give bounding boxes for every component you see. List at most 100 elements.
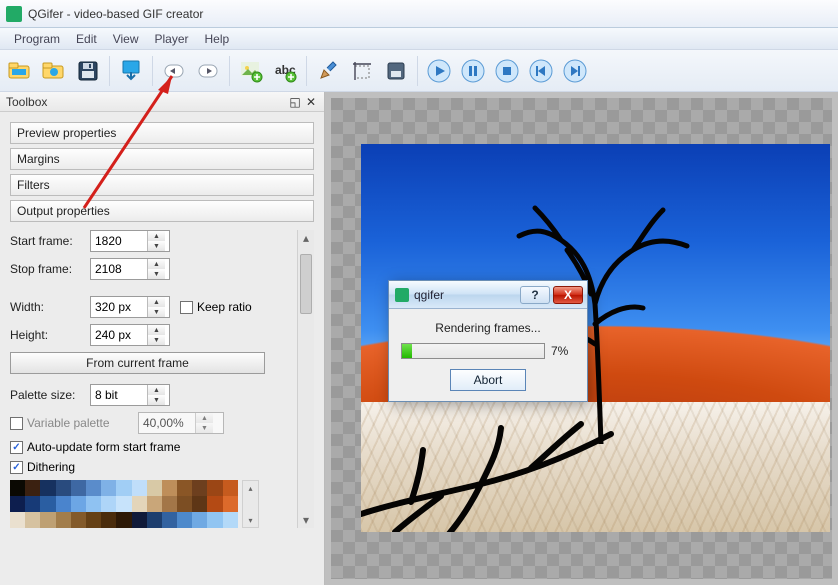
palette-size-label: Palette size: bbox=[10, 388, 90, 402]
save-button[interactable] bbox=[72, 55, 104, 87]
dithering-label: Dithering bbox=[27, 460, 75, 474]
next-frame-button[interactable] bbox=[559, 55, 591, 87]
scroll-down-icon[interactable]: ▾ bbox=[243, 513, 258, 527]
toolbox-header: Toolbox ◱ ✕ bbox=[0, 92, 324, 112]
section-output-properties[interactable]: Output properties bbox=[10, 200, 314, 222]
height-spinner[interactable]: ▲▼ bbox=[90, 324, 170, 346]
prev-frame-button[interactable] bbox=[525, 55, 557, 87]
palette-swatch bbox=[147, 512, 162, 528]
tool-brush-button[interactable] bbox=[312, 55, 344, 87]
output-form: ▴ ▾ Start frame: ▲▼ Stop frame: ▲▼ bbox=[10, 230, 314, 528]
palette-swatch bbox=[147, 496, 162, 512]
scroll-down-icon[interactable]: ▾ bbox=[298, 512, 314, 528]
palette-swatch bbox=[10, 496, 25, 512]
spin-up-icon[interactable]: ▲ bbox=[148, 259, 165, 269]
palette-swatch bbox=[25, 480, 40, 496]
dialog-close-button[interactable]: X bbox=[553, 286, 583, 304]
palette-swatch bbox=[162, 496, 177, 512]
checkbox-icon[interactable] bbox=[10, 417, 23, 430]
tool-save-frame-button[interactable] bbox=[380, 55, 412, 87]
start-frame-label: Start frame: bbox=[10, 234, 90, 248]
variable-palette-pct-input bbox=[139, 413, 195, 433]
menu-player[interactable]: Player bbox=[147, 30, 197, 48]
palette-swatch bbox=[223, 496, 238, 512]
spin-up-icon[interactable]: ▲ bbox=[148, 231, 165, 241]
palette-swatch bbox=[116, 480, 131, 496]
section-preview-properties[interactable]: Preview properties bbox=[10, 122, 314, 144]
spin-down-icon[interactable]: ▼ bbox=[148, 395, 165, 405]
palette-swatch bbox=[162, 480, 177, 496]
add-image-button[interactable] bbox=[235, 55, 267, 87]
palette-swatch bbox=[86, 496, 101, 512]
spin-up-icon[interactable]: ▲ bbox=[148, 297, 165, 307]
prev-marker-button[interactable] bbox=[158, 55, 190, 87]
stop-button[interactable] bbox=[491, 55, 523, 87]
menu-view[interactable]: View bbox=[105, 30, 147, 48]
spin-down-icon[interactable]: ▼ bbox=[148, 335, 165, 345]
spin-up-icon[interactable]: ▲ bbox=[148, 325, 165, 335]
menu-bar: Program Edit View Player Help bbox=[0, 28, 838, 50]
spin-down-icon[interactable]: ▼ bbox=[148, 269, 165, 279]
palette-scrollbar[interactable]: ▴ ▾ bbox=[242, 480, 259, 528]
close-panel-icon[interactable]: ✕ bbox=[304, 95, 318, 109]
start-frame-spinner[interactable]: ▲▼ bbox=[90, 230, 170, 252]
undock-icon[interactable]: ◱ bbox=[288, 95, 302, 109]
panel-scrollbar[interactable]: ▴ ▾ bbox=[297, 230, 314, 528]
stop-frame-input[interactable] bbox=[91, 259, 147, 279]
menu-program[interactable]: Program bbox=[6, 30, 68, 48]
palette-swatch bbox=[177, 480, 192, 496]
width-input[interactable] bbox=[91, 297, 147, 317]
palette-swatch bbox=[71, 480, 86, 496]
palette-swatch bbox=[101, 512, 116, 528]
checkbox-icon[interactable]: ✓ bbox=[10, 441, 23, 454]
spin-up-icon[interactable]: ▲ bbox=[148, 385, 165, 395]
palette-swatch bbox=[132, 496, 147, 512]
dialog-help-button[interactable]: ? bbox=[520, 286, 550, 304]
scroll-up-icon[interactable]: ▴ bbox=[243, 481, 258, 495]
height-input[interactable] bbox=[91, 325, 147, 345]
stop-frame-label: Stop frame: bbox=[10, 262, 90, 276]
palette-swatch bbox=[25, 496, 40, 512]
variable-palette-checkbox[interactable]: Variable palette bbox=[10, 416, 138, 430]
dialog-titlebar[interactable]: qgifer ? X bbox=[389, 281, 587, 309]
keep-ratio-checkbox[interactable]: Keep ratio bbox=[180, 300, 252, 314]
width-spinner[interactable]: ▲▼ bbox=[90, 296, 170, 318]
window-title: QGifer - video-based GIF creator bbox=[28, 7, 203, 21]
dialog-title: qgifer bbox=[414, 288, 444, 302]
dithering-checkbox[interactable]: ✓ Dithering bbox=[10, 460, 75, 474]
tool-crop-button[interactable] bbox=[346, 55, 378, 87]
auto-update-checkbox[interactable]: ✓ Auto-update form start frame bbox=[10, 440, 180, 454]
next-marker-button[interactable] bbox=[192, 55, 224, 87]
section-filters[interactable]: Filters bbox=[10, 174, 314, 196]
menu-help[interactable]: Help bbox=[197, 30, 238, 48]
palette-swatch bbox=[162, 512, 177, 528]
checkbox-icon[interactable] bbox=[180, 301, 193, 314]
variable-palette-pct-spinner: ▲▼ bbox=[138, 412, 224, 434]
scroll-thumb[interactable] bbox=[300, 254, 312, 314]
spin-down-icon[interactable]: ▼ bbox=[148, 241, 165, 251]
start-frame-input[interactable] bbox=[91, 231, 147, 251]
spin-down-icon: ▼ bbox=[196, 423, 213, 433]
add-text-button[interactable]: abc bbox=[269, 55, 301, 87]
stop-frame-spinner[interactable]: ▲▼ bbox=[90, 258, 170, 280]
palette-swatch bbox=[147, 480, 162, 496]
open-project-button[interactable] bbox=[38, 55, 70, 87]
progress-fill bbox=[402, 344, 412, 358]
palette-swatch bbox=[177, 512, 192, 528]
from-current-frame-button[interactable]: From current frame bbox=[10, 352, 265, 374]
section-margins[interactable]: Margins bbox=[10, 148, 314, 170]
main-toolbar: abc bbox=[0, 50, 838, 92]
progress-percent: 7% bbox=[551, 344, 575, 358]
palette-size-spinner[interactable]: ▲▼ bbox=[90, 384, 170, 406]
export-gif-button[interactable] bbox=[115, 55, 147, 87]
abort-button[interactable]: Abort bbox=[450, 369, 526, 391]
scroll-up-icon[interactable]: ▴ bbox=[298, 230, 314, 246]
checkbox-icon[interactable]: ✓ bbox=[10, 461, 23, 474]
menu-edit[interactable]: Edit bbox=[68, 30, 105, 48]
palette-size-input[interactable] bbox=[91, 385, 147, 405]
spin-down-icon[interactable]: ▼ bbox=[148, 307, 165, 317]
open-video-button[interactable] bbox=[4, 55, 36, 87]
play-button[interactable] bbox=[423, 55, 455, 87]
pause-button[interactable] bbox=[457, 55, 489, 87]
palette-swatch bbox=[192, 480, 207, 496]
